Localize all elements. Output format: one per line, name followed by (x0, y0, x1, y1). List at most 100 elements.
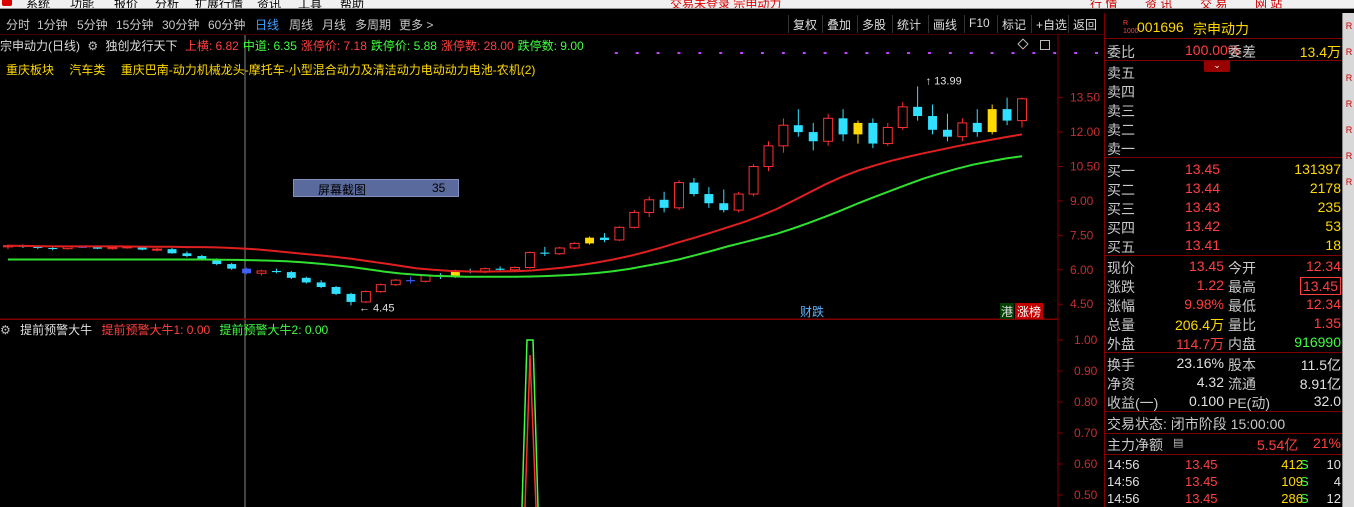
sell-row[interactable]: 卖四 (1105, 81, 1343, 100)
tick-row: 14:56 13.45 412 S 10 (1105, 457, 1343, 473)
mark-button[interactable]: 标记 (997, 15, 1030, 33)
gear-icon[interactable]: ⚙ (87, 39, 98, 53)
buy-row[interactable]: 买三 13.43 235 (1105, 198, 1343, 217)
top-quote-button[interactable]: 行 情 (1090, 0, 1117, 8)
buy-row[interactable]: 买一 13.45 131397 (1105, 160, 1343, 179)
period-more[interactable]: 更多 > (399, 16, 433, 33)
candle-body (107, 247, 118, 250)
side-tool-icon[interactable]: R (1344, 47, 1354, 61)
period-60min[interactable]: 60分钟 (208, 16, 245, 33)
candle-body (853, 122, 863, 135)
limit-list-marker[interactable]: 涨榜 (1015, 303, 1044, 320)
side-tool-icon[interactable]: R (1344, 125, 1354, 139)
multi-stock-button[interactable]: 多股 (857, 15, 890, 33)
indicator-y-tick-label: 0.90 (1074, 364, 1098, 378)
buy-level-label: 买三 (1107, 201, 1135, 217)
period-multi[interactable]: 多周期 (355, 16, 391, 33)
side-tool-icon[interactable]: R (1344, 73, 1354, 87)
indicator-y-tick-label: 1.00 (1074, 333, 1098, 347)
weicha-label: 委差 (1228, 44, 1256, 60)
sell-row[interactable]: 卖二 (1105, 119, 1343, 138)
y-tick-label: 6.00 (1070, 263, 1094, 277)
top-trade-button[interactable]: 交 易 (1200, 0, 1227, 8)
buy-row[interactable]: 买五 13.41 18 (1105, 236, 1343, 255)
candle-body (301, 277, 311, 283)
menu-system[interactable]: 系统 (26, 0, 50, 8)
signal-dot (614, 52, 618, 54)
buy-row[interactable]: 买四 13.42 53 (1105, 217, 1343, 236)
indicator-title[interactable]: 提前预警大牛 (20, 323, 92, 337)
sell-row[interactable]: 卖五 (1105, 62, 1343, 81)
kline-chart[interactable]: ← 4.45 ↑ 13.99 13.50 12.00 10.50 9.00 7.50 6.0… (0, 35, 1104, 507)
sector-tag[interactable]: 重庆巴南-动力机械龙头-摩托车-小型混合动力及清洁动力电动动力电池-农机(2) (121, 63, 536, 77)
sector-tag[interactable]: 汽车类 (69, 63, 105, 77)
indicator-gear-icon[interactable]: ⚙ (0, 323, 11, 337)
stat-label: 最低 (1228, 298, 1256, 314)
sector-tags: 重庆板块 汽车类 重庆巴南-动力机械龙头-摩托车-小型混合动力及清洁动力电动动力… (6, 61, 547, 78)
period-30min[interactable]: 30分钟 (162, 16, 199, 33)
main-flow-row[interactable]: 主力净额 ▤ 5.54亿 21% (1105, 434, 1343, 453)
y-tick-label: 10.50 (1070, 160, 1100, 174)
candle-body (242, 268, 252, 274)
side-tool-icon[interactable]: R (1344, 151, 1354, 165)
menu-help[interactable]: 帮助 (340, 0, 364, 8)
period-tick[interactable]: 分时 (6, 16, 30, 33)
hk-marker[interactable]: 港 (1000, 303, 1015, 320)
menu-quote[interactable]: 报价 (114, 0, 138, 8)
candle-body (331, 287, 341, 294)
candle-body (704, 194, 714, 204)
menu-news[interactable]: 资讯 (257, 0, 281, 8)
period-15min[interactable]: 15分钟 (116, 16, 153, 33)
header-value: 跌停价: 5.88 (370, 39, 437, 53)
add-favorite-button[interactable]: +自选 (1031, 15, 1071, 33)
window-toggle-icon[interactable] (1040, 40, 1050, 50)
list-icon[interactable]: ▤ (1173, 436, 1183, 449)
menu-tools[interactable]: 工具 (298, 0, 322, 8)
top-web-button[interactable]: 网 站 (1255, 0, 1282, 8)
menu-function[interactable]: 功能 (70, 0, 94, 8)
sell-row[interactable]: 卖三 (1105, 100, 1343, 119)
draw-line-button[interactable]: 画线 (928, 15, 961, 33)
screenshot-popup[interactable]: 屏幕截图 35 (293, 179, 459, 197)
period-daily[interactable]: 日线 (255, 16, 279, 33)
fundamental-value: 0.100 (1188, 393, 1224, 409)
candle-body (928, 116, 938, 130)
side-tool-icon[interactable]: R (1344, 177, 1354, 191)
tick-count: 4 (1333, 474, 1341, 489)
indicator-name[interactable]: 独创龙行天下 (105, 39, 177, 53)
period-weekly[interactable]: 周线 (289, 16, 313, 33)
sector-tag[interactable]: 重庆板块 (6, 63, 54, 77)
financial-marker[interactable]: 财跌 (800, 303, 824, 320)
fundamental-row: 换手 23.16% 股本 11.5亿 (1105, 354, 1343, 373)
stock-period-label[interactable]: 宗申动力(日线) (0, 39, 80, 53)
period-1min[interactable]: 1分钟 (37, 16, 68, 33)
header-value: 中道: 6.35 (242, 39, 297, 53)
buy-level-label: 买五 (1107, 239, 1135, 255)
buy-volume: 18 (1325, 237, 1341, 253)
candle-body (346, 293, 356, 302)
stat-row: 涨幅 9.98% 最低 12.34 (1105, 295, 1343, 314)
stat-value: 1.22 (1196, 277, 1224, 293)
sell-level-label: 卖三 (1107, 103, 1135, 119)
top-news-button[interactable]: 资 讯 (1145, 0, 1172, 8)
side-tool-icon[interactable]: R (1344, 99, 1354, 113)
buy-row[interactable]: 买二 13.44 2178 (1105, 179, 1343, 198)
signal-dot (907, 52, 911, 54)
back-button[interactable]: 返回 (1068, 15, 1101, 33)
side-tool-icon[interactable]: R (1344, 21, 1354, 35)
stat-row: 涨跌 1.22 最高 13.45 (1105, 276, 1343, 295)
fuquan-button[interactable]: 复权 (788, 15, 821, 33)
sell-level-label: 卖四 (1107, 84, 1135, 100)
sell-row[interactable]: 卖一 (1105, 138, 1343, 157)
overlay-button[interactable]: 叠加 (822, 15, 855, 33)
candle-body (1002, 109, 1012, 121)
f10-button[interactable]: F10 (964, 15, 994, 33)
buy-price: 13.41 (1185, 237, 1221, 253)
stats-button[interactable]: 统计 (892, 15, 925, 33)
period-5min[interactable]: 5分钟 (77, 16, 108, 33)
trade-status-row: 交易状态: 闭市阶段 15:00:00 (1105, 413, 1343, 432)
buy-price: 13.42 (1185, 218, 1221, 234)
menu-ext-quote[interactable]: 扩展行情 (195, 0, 243, 8)
menu-analysis[interactable]: 分析 (155, 0, 179, 8)
period-monthly[interactable]: 月线 (322, 16, 346, 33)
